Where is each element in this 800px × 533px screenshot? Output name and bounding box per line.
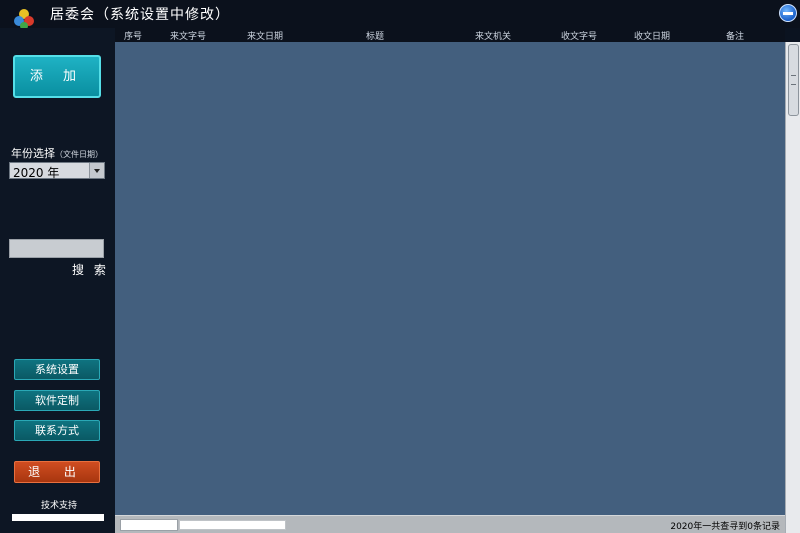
year-label-hint: （文件日期） <box>55 150 103 159</box>
column-header[interactable]: 来文日期 <box>247 29 283 42</box>
add-button[interactable]: 添 加 <box>13 55 101 98</box>
year-select[interactable]: 2020 年 <box>9 162 105 180</box>
title-bar: 居委会（系统设置中修改） <box>0 0 800 30</box>
year-select-label: 年份选择（文件日期） <box>11 145 103 161</box>
column-header[interactable]: 来文机关 <box>475 29 511 42</box>
tech-support-label: 技术支持 <box>41 501 78 511</box>
search-input[interactable] <box>9 239 104 258</box>
contact-button[interactable]: 联系方式 <box>14 420 100 441</box>
column-header[interactable]: 备注 <box>726 29 744 42</box>
window-title: 居委会（系统设置中修改） <box>50 7 230 23</box>
year-select-value: 2020 年 <box>13 166 60 180</box>
column-header[interactable]: 收文日期 <box>634 29 670 42</box>
exit-button[interactable]: 退 出 <box>14 461 100 483</box>
column-header[interactable]: 标题 <box>366 29 384 42</box>
software-customization-button[interactable]: 软件定制 <box>14 390 100 411</box>
search-button[interactable]: 搜 索 <box>72 261 109 278</box>
horizontal-scrollbar-track[interactable] <box>179 520 286 530</box>
record-count-text: 2020年一共查寻到0条记录 <box>670 522 780 532</box>
scrollbar-thumb[interactable] <box>788 44 799 116</box>
horizontal-scrollbar-thumb[interactable] <box>120 519 178 531</box>
chevron-down-icon[interactable] <box>89 163 104 178</box>
column-header[interactable]: 收文字号 <box>561 29 597 42</box>
tech-support-box <box>12 514 104 521</box>
vertical-scrollbar[interactable] <box>785 42 800 533</box>
column-header[interactable]: 来文字号 <box>170 29 206 42</box>
year-label-text: 年份选择 <box>11 147 55 160</box>
status-bar: 2020年一共查寻到0条记录 <box>115 515 785 533</box>
column-header[interactable]: 序号 <box>124 29 142 42</box>
sidebar: 添 加 年份选择（文件日期） 2020 年 搜 索 系统设置 软件定制 联系方式… <box>0 28 115 533</box>
minimize-icon[interactable] <box>779 4 797 22</box>
table-column-headers: 序号 来文字号 来文日期 标题 来文机关 收文字号 收文日期 备注 <box>115 28 785 42</box>
records-table-area[interactable] <box>115 42 785 515</box>
system-settings-button[interactable]: 系统设置 <box>14 359 100 380</box>
